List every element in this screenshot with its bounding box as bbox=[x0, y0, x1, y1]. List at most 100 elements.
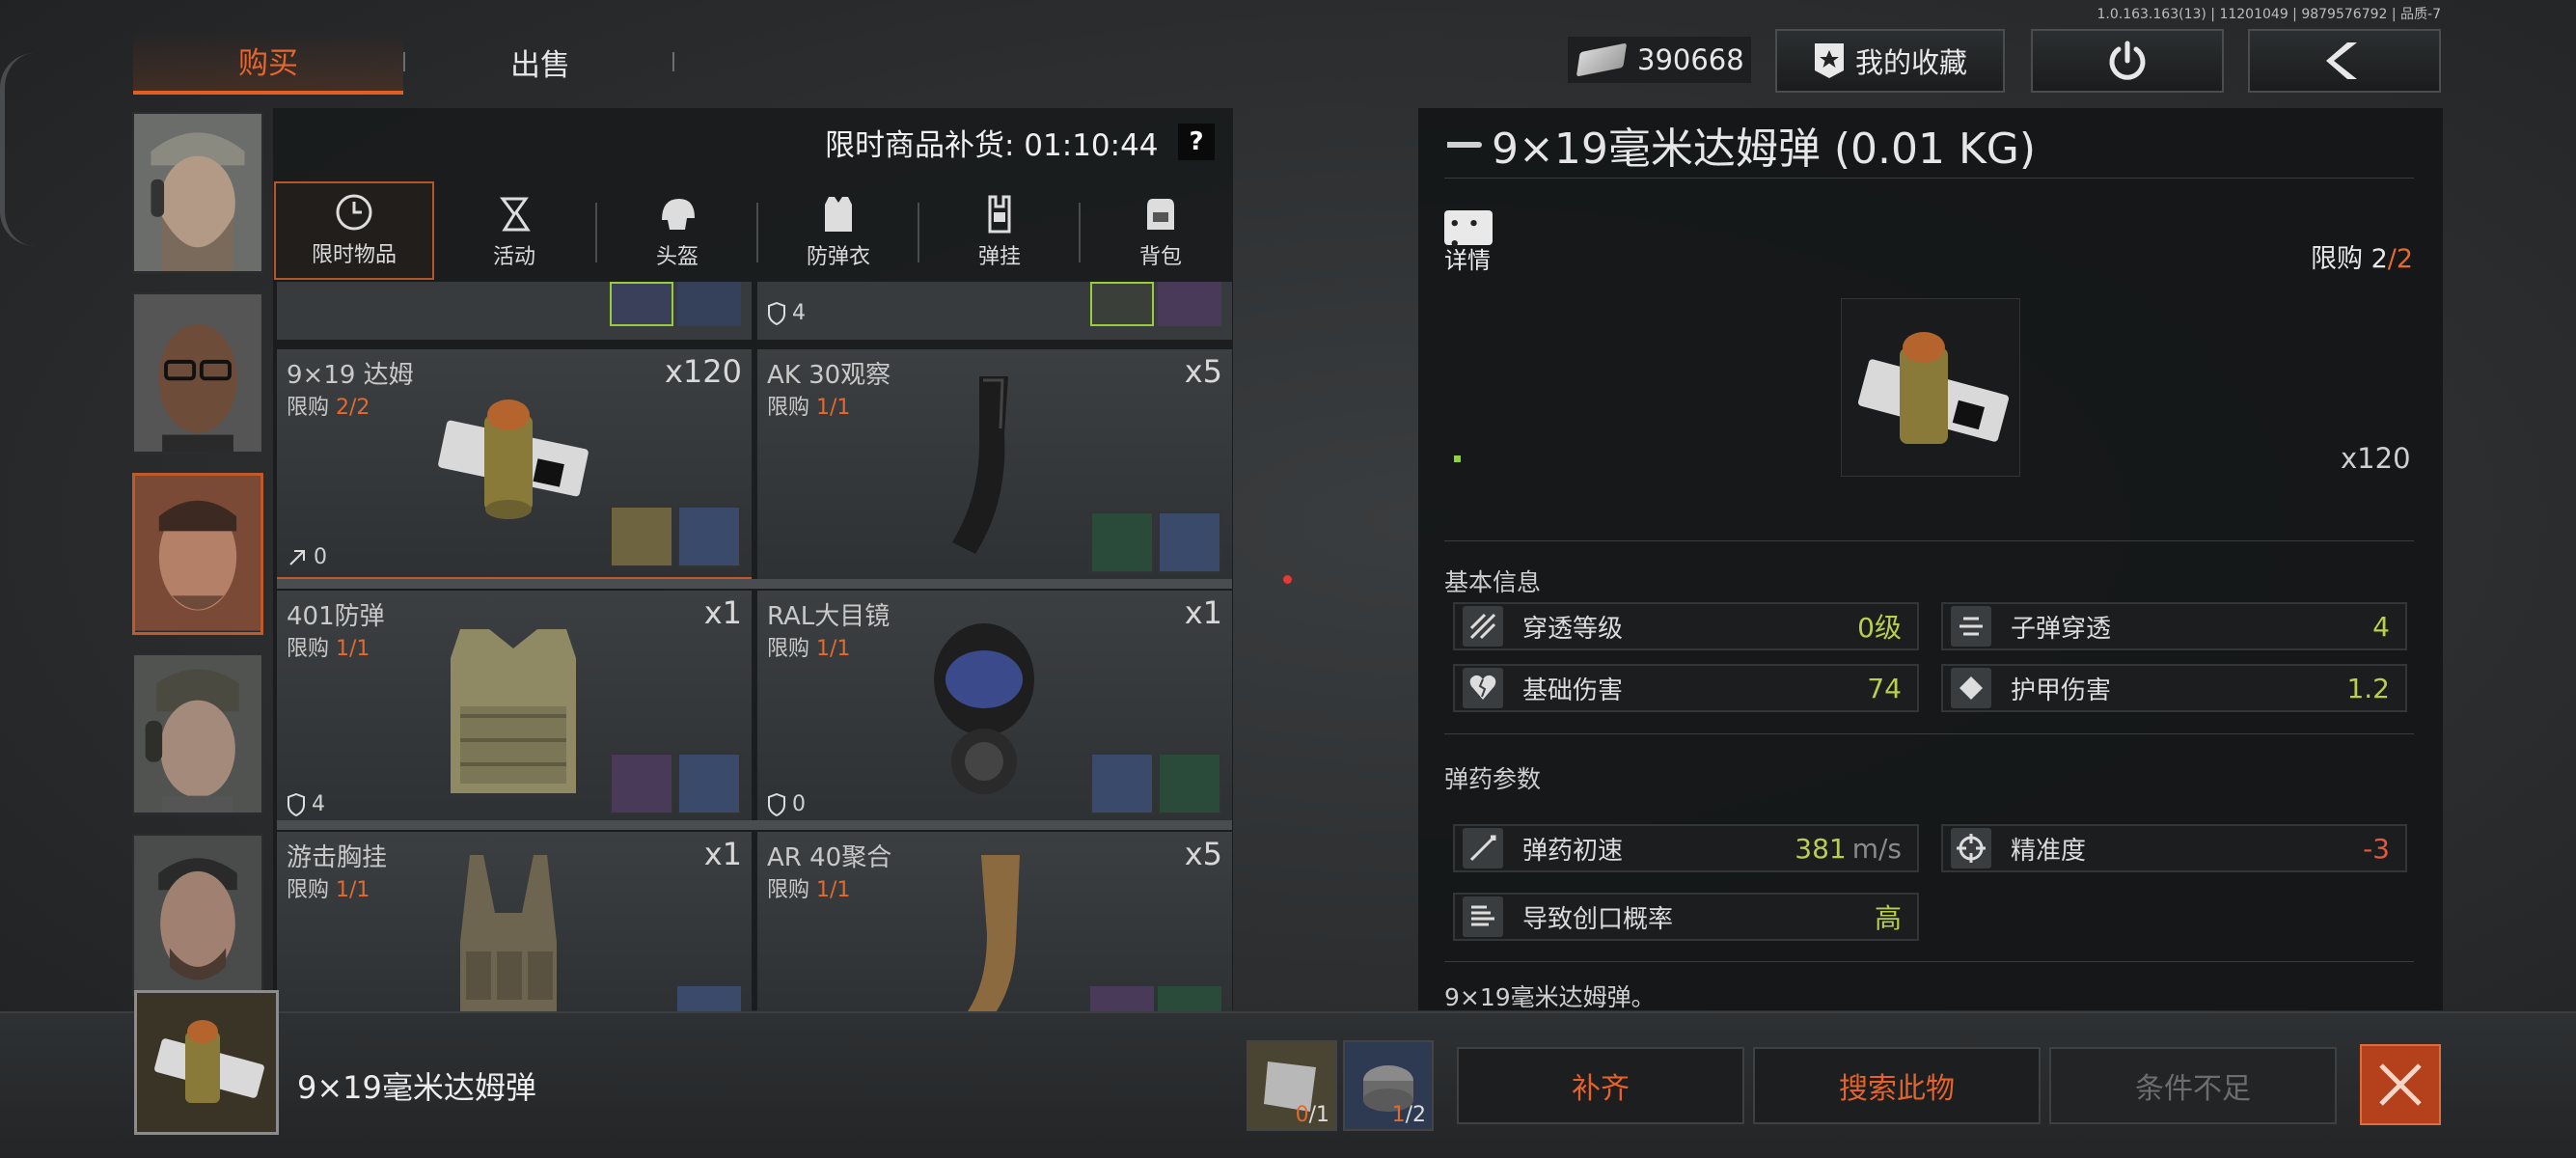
back-arrow-icon bbox=[2326, 42, 2357, 79]
refill-button[interactable]: 补齐 bbox=[1457, 1047, 1744, 1124]
detail-title-text: 9×19毫米达姆弹 (0.01 KG) bbox=[1492, 124, 2037, 174]
item-durability: 4 bbox=[287, 792, 325, 816]
item-durability: 0 bbox=[767, 792, 806, 816]
item-card[interactable]: RAL大目镜 限购 1/1 x1 0 bbox=[757, 591, 1232, 824]
requirement-slot bbox=[1090, 986, 1154, 1011]
tab-sell[interactable]: 出售 bbox=[405, 29, 675, 95]
item-name: AK 30观察 bbox=[767, 361, 891, 390]
category-rig[interactable]: 弹挂 bbox=[919, 181, 1080, 280]
shield-icon bbox=[288, 792, 305, 816]
requirement-slot bbox=[610, 282, 673, 326]
item-card-partial[interactable] bbox=[277, 282, 752, 340]
divider bbox=[1444, 540, 2414, 541]
category-limited[interactable]: 限时物品 bbox=[274, 181, 434, 280]
tab-divider bbox=[672, 52, 674, 71]
trader-face-icon bbox=[134, 655, 261, 813]
item-name: AR 40聚合 bbox=[767, 843, 892, 872]
help-button[interactable]: ? bbox=[1178, 124, 1215, 160]
ammo-box-icon bbox=[1857, 332, 2010, 444]
helmet-icon bbox=[658, 195, 697, 234]
rig-icon bbox=[980, 195, 1019, 234]
item-card[interactable]: 游击胸挂 限购 1/1 x1 bbox=[277, 832, 752, 1011]
trader-portrait-1[interactable] bbox=[132, 112, 263, 274]
item-description: 9×19毫米达姆弹。 bbox=[1444, 983, 1656, 1011]
category-label: 头盔 bbox=[655, 245, 699, 269]
stat-penetration-level: 穿透等级 0级 bbox=[1453, 602, 1919, 650]
trader-face-icon bbox=[134, 294, 261, 453]
category-label: 防弹衣 bbox=[806, 245, 870, 269]
item-card[interactable]: 9×19 达姆 限购 2/2 x120 0 bbox=[277, 349, 752, 583]
item-quantity: x1 bbox=[703, 836, 742, 872]
left-edge-decoration bbox=[0, 53, 35, 246]
category-helmet[interactable]: 头盔 bbox=[597, 181, 757, 280]
trader-face-icon bbox=[134, 836, 261, 994]
item-durability: 0 bbox=[287, 545, 327, 569]
shield-icon bbox=[768, 301, 785, 325]
category-label: 背包 bbox=[1138, 245, 1182, 269]
bullet-penetration-icon bbox=[1951, 606, 1991, 647]
gas-mask-icon bbox=[934, 623, 1034, 794]
insufficient-button[interactable]: 条件不足 bbox=[2049, 1047, 2337, 1124]
requirement-slot bbox=[610, 506, 673, 567]
category-backpack[interactable]: 背包 bbox=[1081, 181, 1241, 280]
details-tab-label[interactable]: 详情 bbox=[1444, 241, 1491, 275]
ammo-box-icon bbox=[438, 400, 589, 519]
restock-timer: 限时商品补货: 01:10:44 bbox=[825, 128, 1159, 163]
body-armor-icon bbox=[451, 629, 576, 793]
item-card[interactable]: AK 30观察 限购 1/1 x5 bbox=[757, 349, 1232, 583]
requirement-slot bbox=[1158, 986, 1221, 1011]
trader-portrait-5[interactable] bbox=[132, 834, 263, 996]
currency-display: 390668 bbox=[1568, 37, 1751, 83]
trader-portrait-4[interactable] bbox=[132, 653, 263, 815]
requirement-slot bbox=[1090, 511, 1154, 573]
vest-icon bbox=[819, 195, 858, 234]
item-card[interactable]: AR 40聚合 限购 1/1 x5 bbox=[757, 832, 1232, 1011]
item-quantity: x5 bbox=[1184, 353, 1222, 390]
details-tab-icon[interactable] bbox=[1444, 210, 1493, 255]
required-count: 0/1 bbox=[1295, 1103, 1329, 1127]
detail-title: 9×19毫米达姆弹 (0.01 KG) bbox=[1447, 114, 2036, 176]
required-item-slot[interactable]: 0/1 bbox=[1247, 1040, 1337, 1131]
velocity-icon bbox=[1463, 828, 1503, 868]
currency-value: 390668 bbox=[1637, 43, 1744, 76]
power-button[interactable] bbox=[2031, 29, 2224, 93]
broken-heart-icon bbox=[1463, 668, 1503, 708]
detail-panel bbox=[1418, 108, 2443, 1010]
magazine-icon bbox=[952, 376, 1008, 554]
item-quantity: x120 bbox=[664, 353, 742, 390]
item-limit: 限购 1/1 bbox=[767, 878, 851, 902]
section-basic-info: 基本信息 bbox=[1444, 568, 1542, 596]
requirement-slot bbox=[677, 986, 741, 1011]
stat-accuracy: 精准度 -3 bbox=[1941, 824, 2407, 872]
item-name: RAL大目镜 bbox=[767, 602, 891, 631]
item-card-partial[interactable]: 4 bbox=[757, 282, 1232, 340]
category-label: 弹挂 bbox=[977, 245, 1021, 269]
search-item-button[interactable]: 搜索此物 bbox=[1753, 1047, 2041, 1124]
selected-item-name: 9×19毫米达姆弹 bbox=[297, 1069, 536, 1106]
backpack-icon bbox=[1141, 195, 1180, 234]
item-limit: 限购 1/1 bbox=[767, 396, 851, 420]
category-label: 限时物品 bbox=[311, 243, 397, 267]
category-armor[interactable]: 防弹衣 bbox=[758, 181, 918, 280]
tab-buy[interactable]: 购买 bbox=[133, 29, 403, 95]
bullet-icon bbox=[1447, 142, 1482, 148]
back-button[interactable] bbox=[2248, 29, 2441, 93]
item-limit: 限购 1/1 bbox=[287, 637, 370, 661]
item-card[interactable]: 401防弹 限购 1/1 x1 4 bbox=[277, 591, 752, 824]
favorites-button[interactable]: 我的收藏 bbox=[1775, 29, 2005, 93]
requirement-slot bbox=[1090, 282, 1154, 326]
category-event[interactable]: 活动 bbox=[434, 181, 594, 280]
item-quantity: x1 bbox=[703, 594, 742, 631]
close-button[interactable] bbox=[2360, 1044, 2441, 1125]
armor-damage-icon bbox=[1951, 668, 1991, 708]
trader-portrait-2[interactable] bbox=[132, 292, 263, 455]
purchase-limit: 限购 2/2 bbox=[2311, 244, 2414, 274]
version-label: 1.0.163.163(13) | 11201049 | 9879576792 … bbox=[2096, 7, 2442, 22]
category-label: 活动 bbox=[492, 245, 535, 269]
clock-icon bbox=[335, 193, 373, 232]
requirement-slot bbox=[1158, 282, 1221, 326]
durability-value: 4 bbox=[792, 301, 806, 325]
ammo-box-icon bbox=[154, 1020, 264, 1103]
trader-portrait-3[interactable] bbox=[132, 473, 263, 635]
required-item-slot[interactable]: 1/2 bbox=[1343, 1040, 1434, 1131]
